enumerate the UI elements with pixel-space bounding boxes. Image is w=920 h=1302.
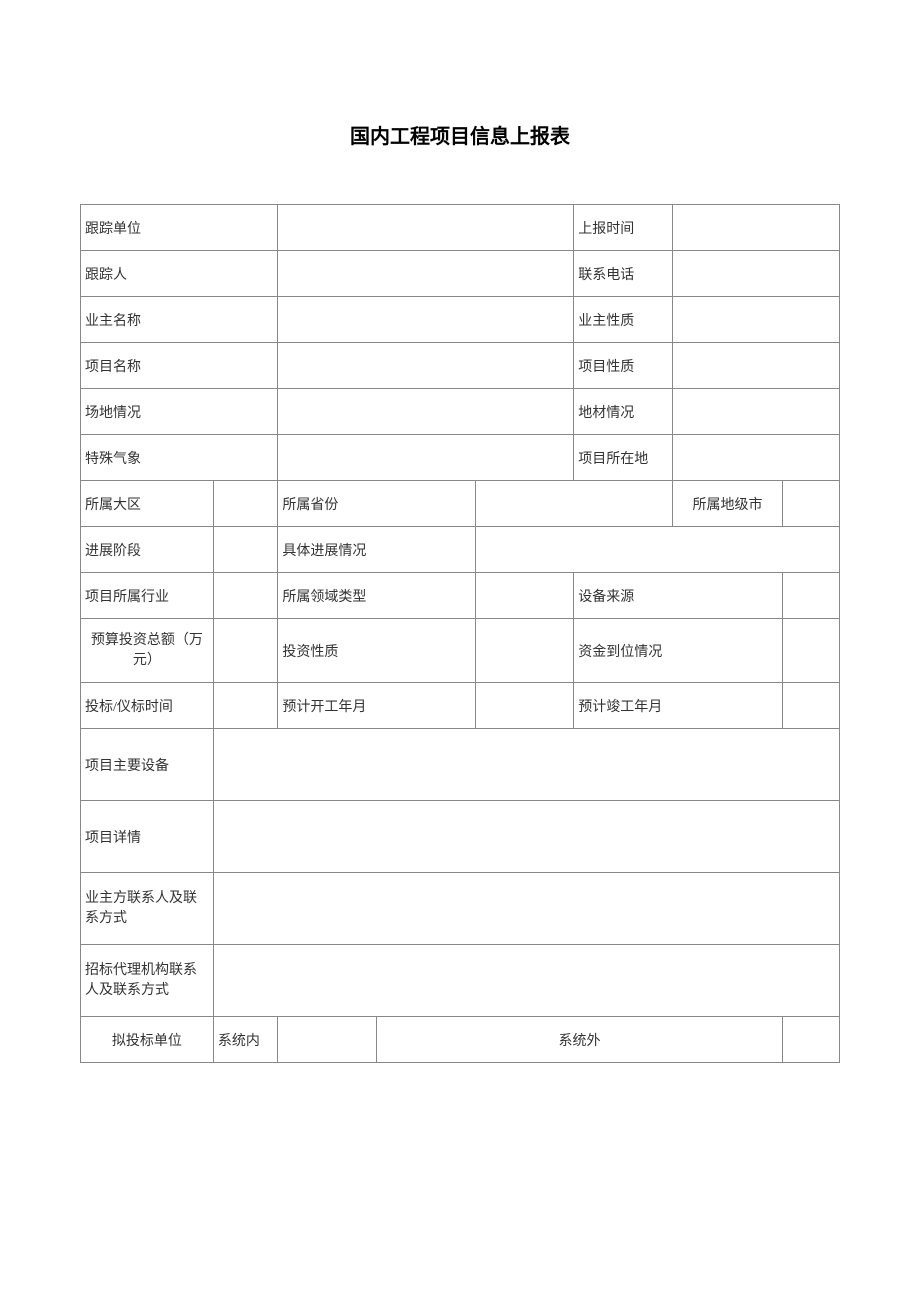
table-row: 所属大区 所属省份 所属地级市: [81, 481, 840, 527]
label-industry: 项目所属行业: [81, 573, 214, 619]
value-owner-contact: [213, 873, 839, 945]
label-tracker: 跟踪人: [81, 251, 278, 297]
value-bid-time: [213, 683, 278, 729]
table-row: 项目所属行业 所属领域类型 设备来源: [81, 573, 840, 619]
value-project-detail: [213, 801, 839, 873]
table-row: 业主方联系人及联系方式: [81, 873, 840, 945]
label-fund-status: 资金到位情况: [574, 619, 783, 683]
label-domain-type: 所属领域类型: [278, 573, 475, 619]
value-end-date: [783, 683, 840, 729]
value-industry: [213, 573, 278, 619]
value-material-condition: [672, 389, 839, 435]
value-province: [475, 481, 672, 527]
label-report-time: 上报时间: [574, 205, 673, 251]
value-special-weather: [278, 435, 574, 481]
label-investment-nature: 投资性质: [278, 619, 475, 683]
table-row: 进展阶段 具体进展情况: [81, 527, 840, 573]
report-form-table: 跟踪单位 上报时间 跟踪人 联系电话 业主名称 业主性质 项目名称 项目性质 场…: [80, 204, 840, 1063]
table-row: 项目主要设备: [81, 729, 840, 801]
label-province: 所属省份: [278, 481, 475, 527]
value-region: [213, 481, 278, 527]
value-progress-stage: [213, 527, 278, 573]
label-bid-time: 投标/仪标时间: [81, 683, 214, 729]
value-project-name: [278, 343, 574, 389]
label-owner-name: 业主名称: [81, 297, 278, 343]
value-investment-nature: [475, 619, 574, 683]
table-row: 场地情况 地材情况: [81, 389, 840, 435]
label-bidding-agency-contact: 招标代理机构联系人及联系方式: [81, 945, 214, 1017]
value-progress-detail: [475, 527, 839, 573]
label-progress-stage: 进展阶段: [81, 527, 214, 573]
table-row: 业主名称 业主性质: [81, 297, 840, 343]
label-city: 所属地级市: [672, 481, 782, 527]
label-region: 所属大区: [81, 481, 214, 527]
table-row: 跟踪人 联系电话: [81, 251, 840, 297]
label-project-location: 项目所在地: [574, 435, 673, 481]
label-material-condition: 地材情况: [574, 389, 673, 435]
label-tracking-unit: 跟踪单位: [81, 205, 278, 251]
label-equipment-source: 设备来源: [574, 573, 783, 619]
value-system-external: [783, 1017, 840, 1063]
value-report-time: [672, 205, 839, 251]
label-main-equipment: 项目主要设备: [81, 729, 214, 801]
value-tracker: [278, 251, 574, 297]
value-bidding-agency-contact: [213, 945, 839, 1017]
value-budget-total: [213, 619, 278, 683]
table-row: 跟踪单位 上报时间: [81, 205, 840, 251]
label-contact-phone: 联系电话: [574, 251, 673, 297]
value-site-condition: [278, 389, 574, 435]
value-domain-type: [475, 573, 574, 619]
value-contact-phone: [672, 251, 839, 297]
table-row: 预算投资总额（万元） 投资性质 资金到位情况: [81, 619, 840, 683]
label-system-external: 系统外: [376, 1017, 782, 1063]
table-row: 拟投标单位 系统内 系统外: [81, 1017, 840, 1063]
value-main-equipment: [213, 729, 839, 801]
label-owner-contact: 业主方联系人及联系方式: [81, 873, 214, 945]
value-equipment-source: [783, 573, 840, 619]
value-project-location: [672, 435, 839, 481]
value-owner-name: [278, 297, 574, 343]
label-owner-nature: 业主性质: [574, 297, 673, 343]
label-project-detail: 项目详情: [81, 801, 214, 873]
table-row: 招标代理机构联系人及联系方式: [81, 945, 840, 1017]
table-row: 项目名称 项目性质: [81, 343, 840, 389]
label-project-nature: 项目性质: [574, 343, 673, 389]
table-row: 项目详情: [81, 801, 840, 873]
value-tracking-unit: [278, 205, 574, 251]
value-city: [783, 481, 840, 527]
value-fund-status: [783, 619, 840, 683]
label-budget-total: 预算投资总额（万元）: [81, 619, 214, 683]
label-start-date: 预计开工年月: [278, 683, 475, 729]
label-proposed-bidder: 拟投标单位: [81, 1017, 214, 1063]
label-system-internal: 系统内: [213, 1017, 278, 1063]
value-start-date: [475, 683, 574, 729]
table-row: 特殊气象 项目所在地: [81, 435, 840, 481]
value-owner-nature: [672, 297, 839, 343]
label-special-weather: 特殊气象: [81, 435, 278, 481]
page-title: 国内工程项目信息上报表: [80, 120, 840, 149]
label-end-date: 预计竣工年月: [574, 683, 783, 729]
value-project-nature: [672, 343, 839, 389]
label-site-condition: 场地情况: [81, 389, 278, 435]
value-system-internal: [278, 1017, 377, 1063]
table-row: 投标/仪标时间 预计开工年月 预计竣工年月: [81, 683, 840, 729]
label-progress-detail: 具体进展情况: [278, 527, 475, 573]
label-project-name: 项目名称: [81, 343, 278, 389]
